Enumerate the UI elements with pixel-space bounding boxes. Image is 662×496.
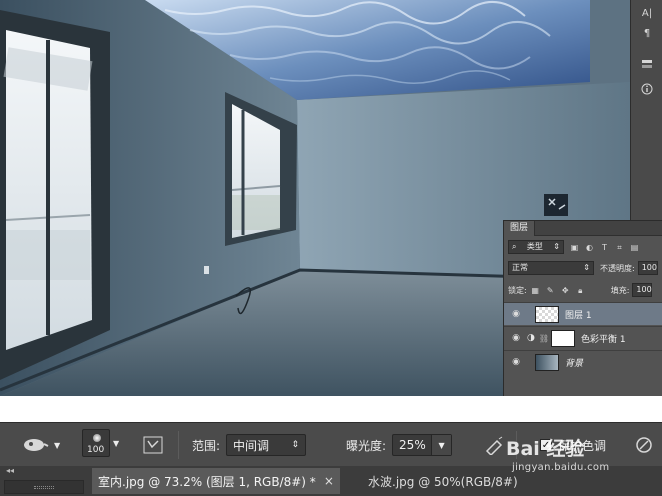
pressure-size-toggle[interactable] (634, 433, 654, 457)
tab-layers[interactable]: 图层 (504, 221, 536, 236)
dodge-tool-icon (24, 439, 49, 451)
protect-tones-label: 保护色调 (558, 438, 607, 453)
paragraph-panel-button[interactable]: ¶ (637, 24, 657, 42)
link-icon: ⛓ (538, 333, 550, 343)
tool-preset-picker[interactable]: ▼ (22, 433, 60, 457)
layer-row-layer1[interactable]: ◉ 图层 1 (504, 302, 662, 325)
tab-document-room[interactable]: 室内.jpg @ 73.2% (图层 1, RGB/8#) * × (92, 468, 340, 494)
lock-transparent-icon[interactable]: ▦ (531, 286, 540, 295)
filter-adjustment-icon[interactable]: ◐ (585, 243, 594, 252)
exposure-label: 曝光度: (346, 438, 387, 453)
filter-smart-object-icon[interactable]: ▤ (630, 243, 639, 252)
airbrush-toggle[interactable] (484, 433, 506, 457)
chevron-updown-icon: ⇕ (583, 263, 590, 272)
chevron-updown-icon: ⇕ (291, 440, 300, 450)
soft-brush-icon (93, 434, 101, 442)
search-icon: ⌕ (512, 242, 517, 251)
close-icon[interactable]: × (324, 474, 334, 488)
filter-shape-icon[interactable]: ⌗ (615, 243, 624, 252)
chevron-down-icon[interactable]: ▼ (431, 435, 452, 455)
eye-icon[interactable]: ◉ (509, 309, 523, 319)
tools-panel-header (4, 480, 84, 494)
separator (178, 431, 179, 459)
protect-tones-group: ✓ 保护色调 (540, 433, 606, 457)
fill-input[interactable]: 100 (632, 283, 653, 297)
eye-icon[interactable]: ◉ (509, 357, 523, 367)
airbrush-icon (485, 436, 503, 455)
pressure-icon (636, 437, 652, 453)
layer-thumbnail (535, 305, 559, 323)
layers-panel-tabbar: 图层 (504, 221, 662, 236)
blend-opacity-row: 正常 ⇕ 不透明度: 100 (508, 259, 662, 277)
collapse-panels-icon[interactable]: ◂◂ (6, 466, 14, 475)
opacity-label: 不透明度: (600, 263, 635, 273)
lock-fill-row: 锁定: ▦ ✎ ✥ 🔒︎ 填充: 100 (508, 281, 662, 299)
filter-pixel-icon[interactable]: ▣ (570, 243, 579, 252)
layers-panel: 图层 ⌕ 类型 ⇕ ▣ ◐ T ⌗ ▤ 正常 ⇕ 不透明度: 100 锁定: ▦… (503, 220, 662, 396)
exposure-input[interactable]: 25% ▼ (392, 434, 453, 456)
layer-row-background[interactable]: ◉ 背景 (504, 350, 662, 373)
layer-filter-select[interactable]: ⌕ 类型 ⇕ (508, 240, 564, 254)
opacity-input[interactable]: 100 (637, 261, 658, 275)
filter-type-icon[interactable]: T (600, 243, 609, 252)
layer-row-color-balance[interactable]: ◉ ◑ ⛓ 色彩平衡 1 (504, 326, 662, 349)
eye-icon[interactable]: ◉ (509, 333, 523, 343)
range-select[interactable]: 中间调 ⇕ (226, 434, 307, 456)
tool-options-bar: ▼ 100 ▼ 范围: 中间调 ⇕ 曝光度: 25% ▼ ✓ 保护色调 (0, 422, 662, 466)
lock-image-icon[interactable]: ✎ (546, 286, 555, 295)
brush-panel-icon (143, 436, 163, 454)
info-icon[interactable] (637, 80, 657, 98)
brush-size-picker[interactable]: 100 ▼ (82, 429, 120, 457)
blend-mode-select[interactable]: 正常 ⇕ (508, 261, 594, 275)
grip-icon[interactable] (34, 486, 54, 489)
lock-position-icon[interactable]: ✥ (561, 286, 570, 295)
lock-all-icon[interactable]: 🔒︎ (576, 286, 585, 295)
layer-comps-icon[interactable] (637, 56, 657, 74)
lock-label: 锁定: (508, 285, 527, 295)
chevron-down-icon: ▼ (113, 438, 120, 448)
separator (516, 431, 517, 459)
exposure-group: 曝光度: 25% ▼ (346, 433, 453, 457)
layer-filter-row: ⌕ 类型 ⇕ ▣ ◐ T ⌗ ▤ (508, 238, 662, 256)
tab-document-water[interactable]: 水波.jpg @ 50%(RGB/8#) (362, 468, 524, 494)
adjustment-icon: ◑ (527, 333, 535, 343)
range-label: 范围: (192, 438, 221, 453)
layer-thumbnail (535, 353, 559, 371)
document-tab-bar: ◂◂ 室内.jpg @ 73.2% (图层 1, RGB/8#) * × 水波.… (0, 466, 662, 496)
brush-panel-toggle[interactable] (142, 433, 164, 457)
protect-tones-checkbox[interactable]: ✓ (540, 439, 552, 451)
layer-mask-thumbnail (551, 329, 576, 347)
chevron-down-icon: ▼ (54, 440, 61, 450)
chevron-updown-icon: ⇕ (553, 242, 560, 251)
character-panel-button[interactable]: A| (637, 4, 657, 22)
brush-preview: 100 (82, 429, 110, 457)
fill-label: 填充: (610, 285, 630, 295)
range-group: 范围: 中间调 ⇕ (192, 433, 307, 457)
